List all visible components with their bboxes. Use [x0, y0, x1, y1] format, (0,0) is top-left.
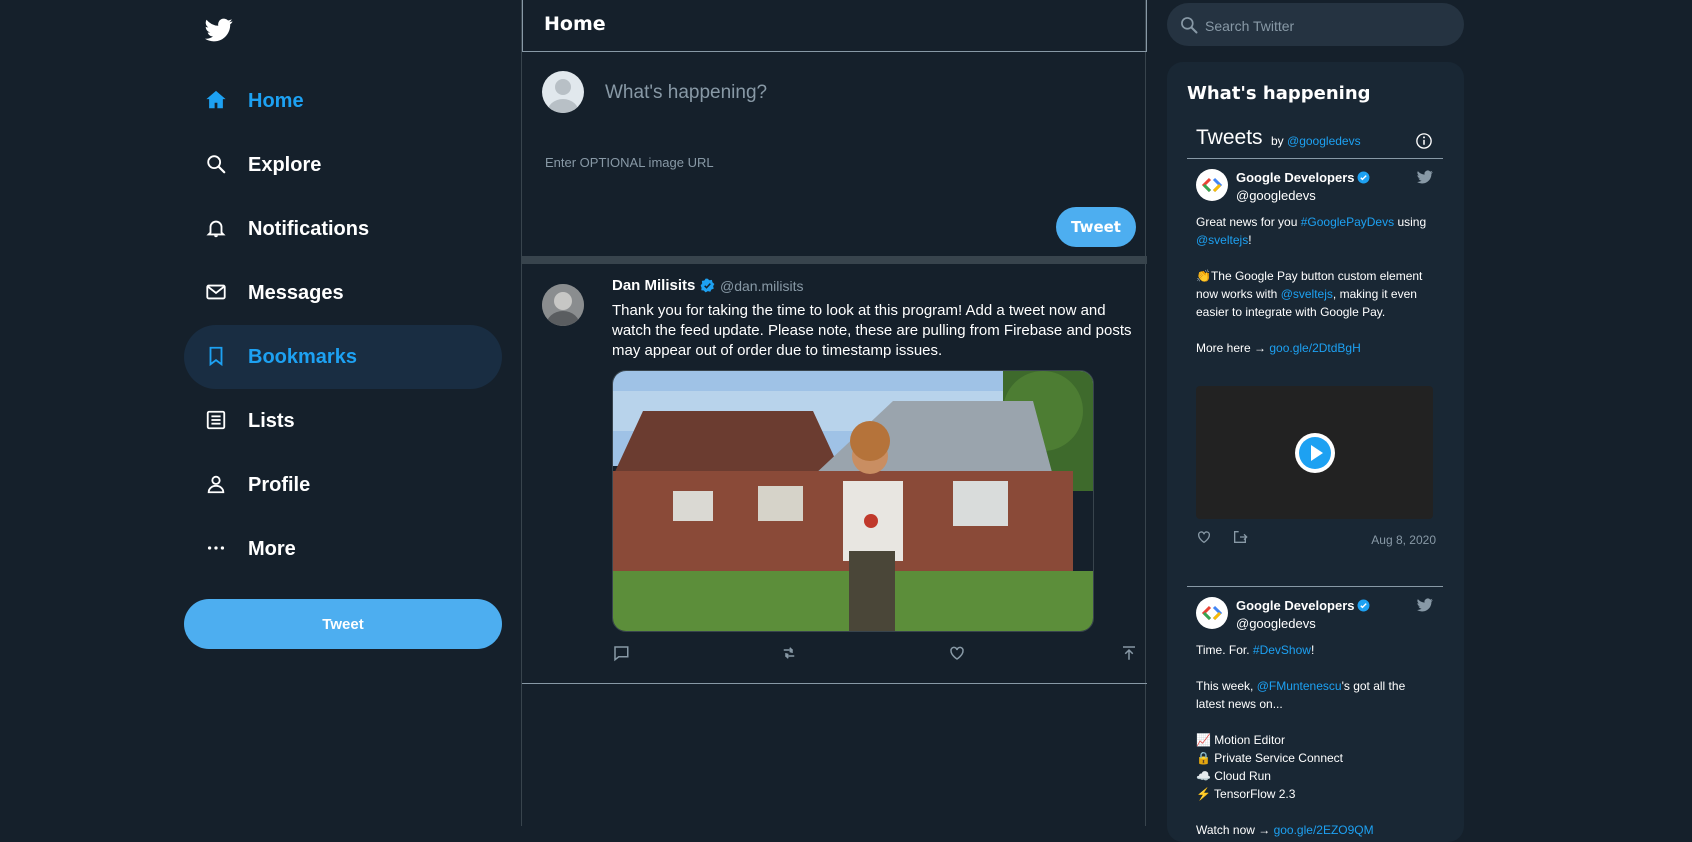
nav-label-lists: Lists: [248, 410, 295, 432]
feed-header: Home: [522, 0, 1147, 52]
verified-badge-icon: [700, 278, 715, 293]
nav-item-lists[interactable]: Lists: [184, 389, 502, 453]
whats-happening-panel: What's happening Tweets by @googledevs G…: [1167, 62, 1464, 842]
google-developers-logo[interactable]: [1196, 169, 1228, 201]
short-link[interactable]: goo.gle/2DtdBgH: [1269, 341, 1360, 355]
list-item: ⚡ TensorFlow 2.3: [1196, 787, 1296, 801]
image-url-input[interactable]: [543, 150, 1107, 174]
user-avatar: [542, 71, 584, 113]
timeline-author-name[interactable]: Google Developers: [1236, 169, 1354, 187]
timeline-author-handle[interactable]: @googledevs: [1236, 187, 1316, 205]
info-icon[interactable]: [1415, 132, 1433, 150]
nav-item-notifications[interactable]: Notifications: [184, 197, 502, 261]
text: Great news for you: [1196, 215, 1301, 229]
list-item: 📈 Motion Editor: [1196, 733, 1285, 747]
timeline-tweet-body: Time. For. #DevShow! This week, @FMunten…: [1196, 641, 1436, 842]
text: Time. For.: [1196, 643, 1253, 657]
retweet-icon[interactable]: [780, 644, 800, 664]
reply-icon[interactable]: [612, 644, 632, 664]
compose-input[interactable]: [603, 79, 1107, 107]
panel-title: What's happening: [1187, 83, 1371, 104]
tweet-text: Thank you for taking the time to look at…: [612, 302, 1132, 359]
nav-label-bookmarks: Bookmarks: [248, 346, 357, 368]
page-title: Home: [544, 13, 606, 35]
share-icon[interactable]: [1232, 529, 1248, 550]
home-icon: [205, 89, 229, 113]
person-icon: [205, 473, 229, 497]
mention-link[interactable]: @FMuntenescu: [1257, 679, 1342, 693]
list-item: ☁️ Cloud Run: [1196, 769, 1271, 783]
nav-label-home: Home: [248, 90, 304, 112]
left-navigation: Home Explore Notifications Messages Book…: [184, 0, 502, 826]
timeline-by: by @googledevs: [1271, 134, 1361, 148]
main-feed: Home Tweet Dan Milisits @dan.milisits Th…: [521, 0, 1147, 826]
nav-item-messages[interactable]: Messages: [184, 261, 502, 325]
text: !: [1248, 233, 1252, 247]
bookmark-icon: [205, 345, 229, 369]
nav-item-bookmarks[interactable]: Bookmarks: [184, 325, 502, 389]
timeline-author-handle[interactable]: @googledevs: [1236, 615, 1316, 633]
nav-label-messages: Messages: [248, 282, 344, 304]
timeline-tweet-1[interactable]: Google Developers @googledevs Great news…: [1196, 169, 1436, 547]
video-preview[interactable]: [1196, 386, 1433, 519]
verified-badge-icon: [1357, 171, 1370, 184]
verified-badge-icon: [1357, 599, 1370, 612]
mention-link[interactable]: @sveltejs: [1281, 287, 1333, 301]
hashtag-link[interactable]: #GooglePayDevs: [1301, 215, 1394, 229]
timeline-divider: [1187, 586, 1443, 587]
more-icon: [205, 537, 229, 561]
tweet-image[interactable]: [612, 370, 1094, 632]
compose-box: Tweet: [522, 52, 1147, 255]
timeline-tweet-2[interactable]: Google Developers @googledevs Time. For.…: [1196, 597, 1436, 842]
google-developers-logo[interactable]: [1196, 597, 1228, 629]
twitter-bird-icon[interactable]: [1416, 597, 1434, 613]
like-icon[interactable]: [1196, 529, 1212, 550]
nav-item-more[interactable]: More: [184, 517, 502, 581]
search-icon: [1179, 15, 1199, 35]
sidebar-tweet-button[interactable]: Tweet: [184, 599, 502, 649]
like-icon[interactable]: [948, 644, 968, 664]
timeline-title: Tweets: [1196, 126, 1263, 149]
text: !: [1310, 643, 1315, 657]
twitter-bird-icon[interactable]: [1416, 169, 1434, 185]
text: More here →: [1196, 341, 1270, 355]
share-icon[interactable]: [1120, 644, 1140, 664]
compose-tweet-button[interactable]: Tweet: [1056, 207, 1136, 247]
tweet-date[interactable]: Aug 8, 2020: [1371, 531, 1436, 549]
hashtag-link[interactable]: #DevShow: [1253, 643, 1311, 657]
text: using: [1394, 215, 1427, 229]
text: Watch now →: [1196, 823, 1274, 837]
nav-label-notifications: Notifications: [248, 218, 370, 240]
tweet-author-avatar[interactable]: [542, 284, 584, 326]
nav-item-home[interactable]: Home: [184, 69, 502, 133]
timeline-tweet-body: Great news for you #GooglePayDevs using …: [1196, 213, 1436, 375]
list-item: 🔒 Private Service Connect: [1196, 751, 1343, 765]
search-input[interactable]: [1203, 14, 1447, 38]
list-icon: [205, 409, 229, 433]
timeline-by-label: by: [1271, 134, 1284, 148]
feed-tweet[interactable]: Dan Milisits @dan.milisits Thank you for…: [522, 264, 1147, 684]
text: This week,: [1196, 679, 1257, 693]
tweet-author-handle[interactable]: @dan.milisits: [720, 278, 803, 294]
mention-link[interactable]: @sveltejs: [1196, 233, 1248, 247]
play-icon[interactable]: [1295, 433, 1335, 473]
timeline-by-handle[interactable]: @googledevs: [1287, 134, 1361, 148]
envelope-icon: [205, 281, 229, 305]
nav-label-more: More: [248, 538, 296, 560]
nav-label-explore: Explore: [248, 154, 322, 176]
short-link[interactable]: goo.gle/2EZO9QM: [1274, 823, 1374, 837]
nav-item-profile[interactable]: Profile: [184, 453, 502, 517]
tweet-author-name[interactable]: Dan Milisits: [612, 277, 695, 294]
bell-icon: [205, 217, 229, 241]
timeline-author-name[interactable]: Google Developers: [1236, 597, 1354, 615]
tweet-actions: [612, 644, 1142, 668]
nav-item-explore[interactable]: Explore: [184, 133, 502, 197]
twitter-logo-icon[interactable]: [205, 16, 233, 44]
timeline-tweet-footer: Aug 8, 2020: [1196, 529, 1436, 549]
nav-label-profile: Profile: [248, 474, 311, 496]
search-icon: [205, 153, 229, 177]
timeline-divider: [1187, 158, 1443, 159]
search-bar[interactable]: [1167, 3, 1464, 46]
compose-divider: [522, 256, 1147, 264]
